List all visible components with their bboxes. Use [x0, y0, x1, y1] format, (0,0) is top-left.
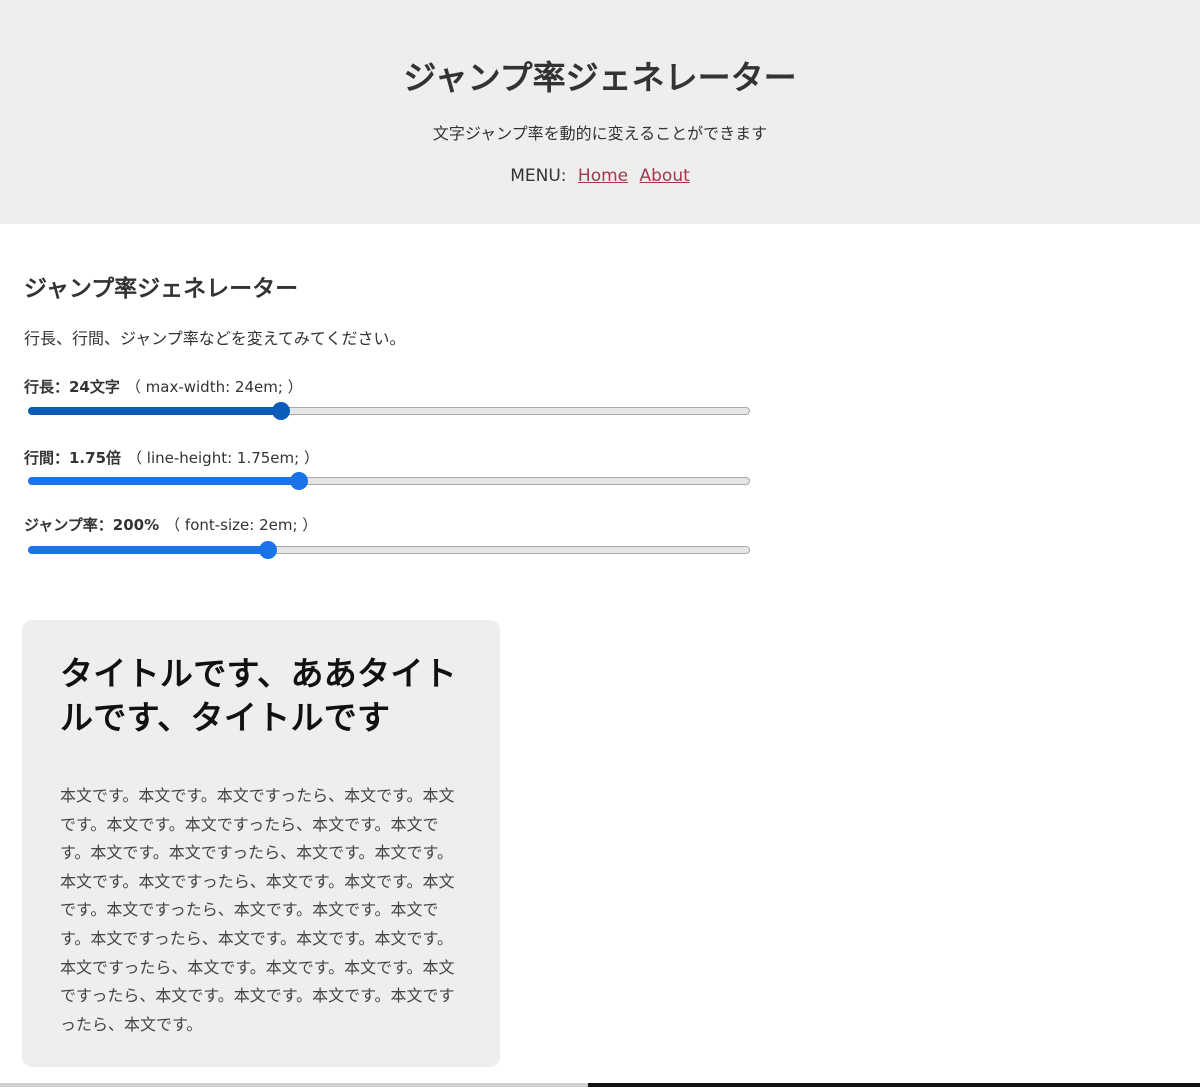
line-length-css: （ max-width: 24em; ）	[125, 378, 303, 396]
main-content: ジャンプ率ジェネレーター 行長、行間、ジャンプ率などを変えてみてください。 行長…	[0, 224, 1200, 559]
line-height-control: 行間：1.75倍 （ line-height: 1.75em; ）	[24, 447, 1176, 490]
jump-rate-css: （ font-size: 2em; ）	[165, 516, 318, 534]
slider-fill	[28, 477, 299, 485]
intro-text: 行長、行間、ジャンプ率などを変えてみてください。	[24, 329, 406, 348]
jump-rate-control: ジャンプ率：200% （ font-size: 2em; ）	[24, 514, 1176, 559]
site-title: ジャンプ率ジェネレーター	[403, 58, 797, 97]
menu-link-about[interactable]: About	[640, 166, 690, 186]
bottom-strip	[0, 1083, 1200, 1087]
slider-fill	[28, 546, 269, 554]
line-length-slider[interactable]	[28, 402, 750, 420]
site-header: ジャンプ率ジェネレーター 文字ジャンプ率を動的に変えることができます MENU:…	[0, 0, 1200, 224]
preview-body: 本文です。本文です。本文ですったら、本文です。本文です。本文です。本文ですったら…	[60, 786, 455, 1034]
line-height-value: 行間：1.75倍	[24, 449, 122, 467]
bottom-strip-light	[0, 1083, 588, 1087]
slider-thumb[interactable]	[289, 472, 308, 490]
menu-link-home[interactable]: Home	[578, 166, 628, 186]
slider-thumb[interactable]	[271, 402, 290, 420]
preview-card: タイトルです、ああタイトルです、タイトルです 本文です。本文です。本文ですったら…	[22, 620, 500, 1067]
line-length-label: 行長：24文字 （ max-width: 24em; ）	[24, 376, 1176, 398]
jump-rate-label: ジャンプ率：200% （ font-size: 2em; ）	[24, 514, 1176, 536]
jump-rate-slider[interactable]	[28, 541, 750, 559]
preview-title: タイトルです、ああタイトルです、タイトルです	[60, 654, 457, 737]
line-length-control: 行長：24文字 （ max-width: 24em; ）	[24, 376, 1176, 420]
site-description: 文字ジャンプ率を動的に変えることができます	[432, 124, 768, 143]
jump-rate-value: ジャンプ率：200%	[24, 516, 160, 534]
slider-thumb[interactable]	[259, 541, 278, 559]
line-height-slider[interactable]	[28, 472, 750, 490]
line-height-css: （ line-height: 1.75em; ）	[127, 449, 319, 467]
line-length-value: 行長：24文字	[24, 378, 120, 396]
slider-fill	[28, 407, 281, 415]
menu-label: MENU:	[510, 166, 567, 186]
line-height-label: 行間：1.75倍 （ line-height: 1.75em; ）	[24, 447, 1176, 469]
section-title: ジャンプ率ジェネレーター	[24, 276, 299, 302]
main-menu: MENU: Home About	[0, 163, 1200, 189]
